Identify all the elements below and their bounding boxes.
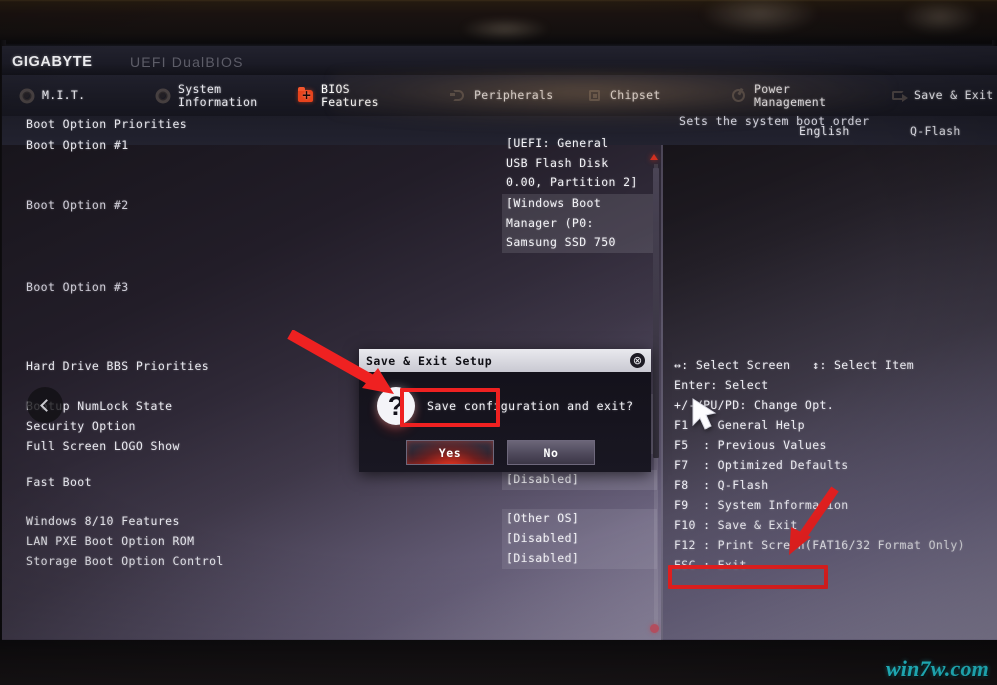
gigabyte-logo: GIGABYTE [12,54,93,70]
folder-plus-icon [297,87,314,104]
key-help-f8: F8 : Q-Flash [674,478,769,492]
setting-label-hard-drive-bbs-priorities[interactable]: Hard Drive BBS Priorities [26,359,209,373]
setting-label-windows-8-10-features[interactable]: Windows 8/10 Features [26,514,180,528]
close-icon[interactable]: ⊗ [630,353,645,368]
nav-item-label: BIOS Features [321,82,379,109]
setting-label-lan-pxe-boot-option-rom[interactable]: LAN PXE Boot Option ROM [26,534,194,548]
exit-arrow-icon [890,87,908,104]
setting-label-full-screen-logo-show[interactable]: Full Screen LOGO Show [26,439,180,453]
photo-of-monitor: GIGABYTE UEFI DualBIOS M.I.T. System Inf… [0,0,997,685]
settings-scrollbar-thumb[interactable] [653,168,659,458]
nav-item-label: System Information [178,82,258,109]
pane-divider [661,145,663,640]
setting-label-boot-option-priorities: Boot Option Priorities [26,117,188,131]
setting-value-boot-option-2[interactable]: [Windows Boot Manager (P0: Samsung SSD 7… [502,194,657,253]
monitor-bezel-bottom [0,639,997,685]
setting-label-boot-option-3[interactable]: Boot Option #3 [26,280,129,294]
nav-item-mit[interactable]: M.I.T. [18,75,85,116]
chip-icon [586,87,603,104]
chevron-left-icon [40,398,53,412]
bios-screen: GIGABYTE UEFI DualBIOS M.I.T. System Inf… [2,46,997,640]
setting-label-fast-boot[interactable]: Fast Boot [26,475,92,489]
key-help-f5: F5 : Previous Values [674,438,827,452]
gear-icon [18,87,35,104]
watermark: win7w.com [885,656,989,681]
annotation-arrow-to-yes-button [286,330,416,405]
nav-item-label: Save & Exit [914,88,994,103]
brand-band: GIGABYTE UEFI DualBIOS [2,46,997,75]
gear-icon [154,87,171,104]
setting-value-windows-8-10-features[interactable]: [Other OS] [502,509,657,529]
scroll-down-arrow-icon[interactable] [650,624,659,633]
no-button-label: No [543,445,559,460]
back-button[interactable] [27,387,63,423]
nav-item-label: Chipset [610,88,661,103]
nav-item-peripherals[interactable]: Peripherals [450,75,553,116]
setting-value-lan-pxe-boot-option-rom[interactable]: [Disabled] [502,529,657,549]
nav-item-save-and-exit[interactable]: Save & Exit [890,75,993,116]
annotation-box-f10-save-exit [668,565,828,589]
uefi-dualbios-label: UEFI DualBIOS [130,54,244,70]
annotation-arrow-to-f10-row [775,485,845,565]
nav-item-power-management[interactable]: Power Management [730,75,826,116]
scroll-up-arrow-icon[interactable] [650,154,658,160]
setting-value-boot-option-1[interactable]: [UEFI: General USB Flash Disk 0.00, Part… [502,134,657,193]
yes-button[interactable]: Yes [406,440,494,465]
yes-button-label: Yes [438,445,462,460]
monitor-bezel-top [0,0,997,47]
sub-nav-item-label: Q-Flash [910,123,961,138]
setting-label-boot-option-2[interactable]: Boot Option #2 [26,198,129,212]
nav-item-system-information[interactable]: System Information [154,75,257,116]
nav-item-label: Peripherals [474,88,554,103]
nav-item-label: M.I.T. [42,88,86,103]
key-help-enter: Enter: Select [674,378,769,392]
sub-nav-item-q-flash[interactable]: Q-Flash [910,116,961,145]
power-icon [730,87,747,104]
setting-label-boot-option-1[interactable]: Boot Option #1 [26,138,129,152]
help-hint-text: Sets the system boot order [679,114,870,128]
setting-value-storage-boot-option-control[interactable]: [Disabled] [502,549,657,569]
plug-icon [450,87,467,104]
key-help-select-screen: ↔: Select Screen ↕: Select Item [674,358,915,372]
setting-value-fast-boot[interactable]: [Disabled] [502,470,657,490]
nav-item-label: Power Management [754,82,827,109]
no-button[interactable]: No [507,440,595,465]
nav-item-bios-features[interactable]: BIOS Features [297,75,379,116]
nav-item-chipset[interactable]: Chipset [586,75,661,116]
setting-label-storage-boot-option-control[interactable]: Storage Boot Option Control [26,554,224,568]
key-help-f7: F7 : Optimized Defaults [674,458,849,472]
